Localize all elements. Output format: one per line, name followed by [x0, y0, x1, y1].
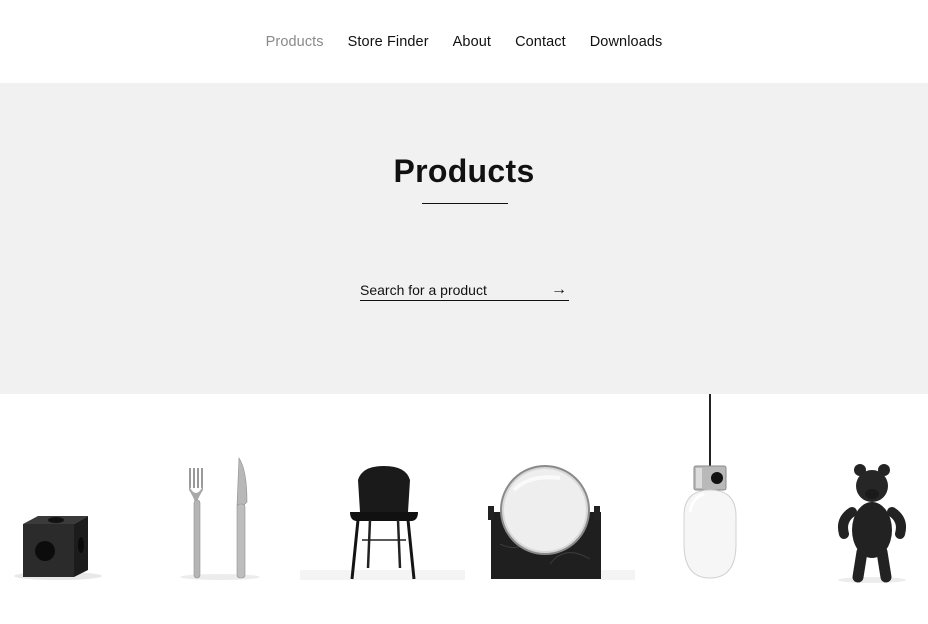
- cube-icon: [14, 516, 102, 580]
- nav-about[interactable]: About: [453, 34, 491, 50]
- product-mirror[interactable]: [470, 394, 635, 624]
- nav-products[interactable]: Products: [266, 34, 324, 50]
- products-hero: Products →: [0, 83, 928, 394]
- fork-knife-icon: [180, 457, 260, 580]
- chair-icon: [300, 466, 465, 580]
- product-gallery: [0, 394, 928, 624]
- lamp-icon: [683, 394, 737, 579]
- title-underline: [422, 203, 508, 204]
- nav-downloads[interactable]: Downloads: [590, 34, 663, 50]
- product-pendant-lamp[interactable]: [640, 394, 780, 624]
- product-search: →: [360, 279, 569, 301]
- product-teddy-bear[interactable]: [800, 394, 928, 624]
- arrow-right-icon[interactable]: →: [551, 281, 567, 298]
- bear-icon: [838, 464, 906, 583]
- search-input[interactable]: [360, 279, 551, 300]
- nav-store-finder[interactable]: Store Finder: [348, 34, 429, 50]
- product-chair[interactable]: [300, 394, 465, 624]
- page-title: Products: [393, 153, 535, 189]
- top-navigation: Products Store Finder About Contact Down…: [0, 0, 928, 83]
- nav-contact[interactable]: Contact: [515, 34, 566, 50]
- product-cube-candleholder[interactable]: [0, 394, 140, 624]
- mirror-icon: [488, 465, 635, 580]
- product-cutlery[interactable]: [150, 394, 290, 624]
